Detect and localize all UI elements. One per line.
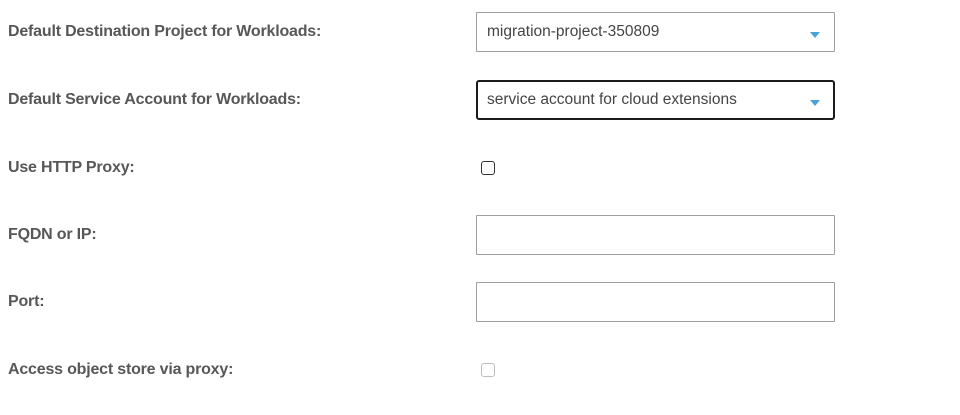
service-account-select[interactable]: service account for cloud extensions	[476, 80, 835, 120]
workload-settings-form: Default Destination Project for Workload…	[0, 0, 960, 415]
object-store-proxy-row: Access object store via proxy:	[0, 350, 960, 390]
port-input[interactable]	[476, 282, 835, 322]
fqdn-label: FQDN or IP:	[8, 226, 97, 243]
http-proxy-row: Use HTTP Proxy:	[0, 148, 960, 188]
service-account-value: service account for cloud extensions	[487, 91, 737, 108]
port-label: Port:	[8, 293, 45, 310]
destination-project-label: Default Destination Project for Workload…	[8, 23, 322, 40]
http-proxy-checkbox[interactable]	[481, 161, 495, 175]
chevron-down-icon	[810, 32, 820, 38]
http-proxy-label: Use HTTP Proxy:	[8, 159, 135, 176]
destination-project-select[interactable]: migration-project-350809	[476, 12, 835, 52]
chevron-down-icon	[810, 100, 820, 106]
service-account-row: Default Service Account for Workloads: s…	[0, 80, 960, 120]
port-row: Port:	[0, 282, 960, 322]
fqdn-input[interactable]	[476, 215, 835, 255]
fqdn-row: FQDN or IP:	[0, 215, 960, 255]
object-store-proxy-checkbox[interactable]	[481, 363, 495, 377]
destination-project-value: migration-project-350809	[487, 23, 660, 40]
destination-project-row: Default Destination Project for Workload…	[0, 12, 960, 52]
object-store-proxy-label: Access object store via proxy:	[8, 361, 234, 378]
service-account-label: Default Service Account for Workloads:	[8, 91, 301, 108]
